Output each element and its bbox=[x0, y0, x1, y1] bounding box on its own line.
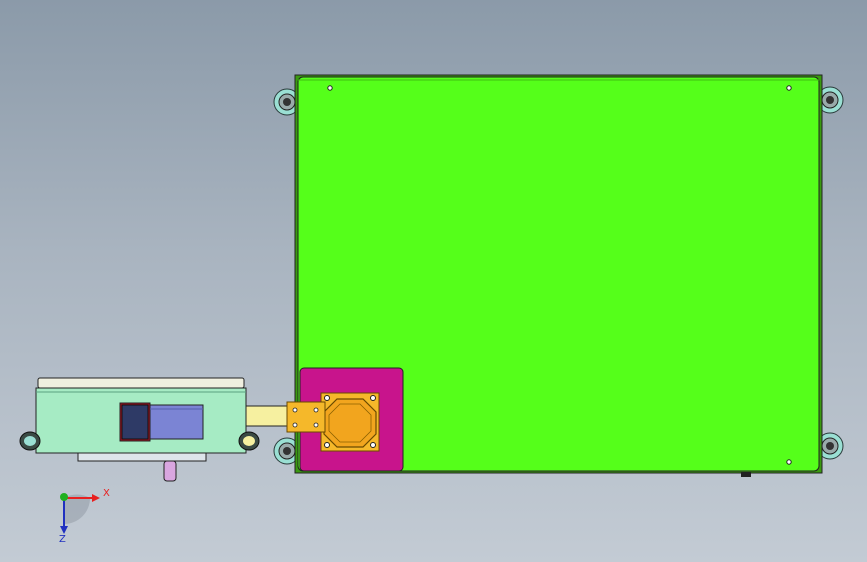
cylinder-body-dark bbox=[121, 404, 149, 440]
connector-nub bbox=[741, 472, 751, 477]
bolt-hole bbox=[370, 395, 376, 401]
bolt-hole bbox=[324, 442, 330, 448]
base-lid bbox=[37, 377, 245, 389]
cylinder-body-light[interactable] bbox=[149, 404, 204, 440]
panel-hole bbox=[786, 459, 792, 465]
cad-viewport[interactable]: X Z bbox=[0, 0, 867, 562]
panel-hole bbox=[327, 85, 333, 91]
base-wheel-left bbox=[19, 431, 41, 451]
arm-bracket bbox=[286, 401, 326, 433]
axis-triad[interactable]: X Z bbox=[59, 488, 110, 545]
flange-octagon bbox=[323, 398, 377, 448]
base-wheel-right bbox=[238, 431, 260, 451]
x-axis-label: X bbox=[103, 488, 110, 499]
base-foot bbox=[77, 452, 207, 462]
adjust-knob[interactable] bbox=[163, 460, 177, 482]
bolt-hole bbox=[370, 442, 376, 448]
y-axis-dot bbox=[60, 493, 68, 501]
bolt-hole bbox=[324, 395, 330, 401]
panel-hole bbox=[786, 85, 792, 91]
z-axis-label: Z bbox=[59, 534, 66, 545]
base-unit-assembly bbox=[19, 377, 260, 482]
